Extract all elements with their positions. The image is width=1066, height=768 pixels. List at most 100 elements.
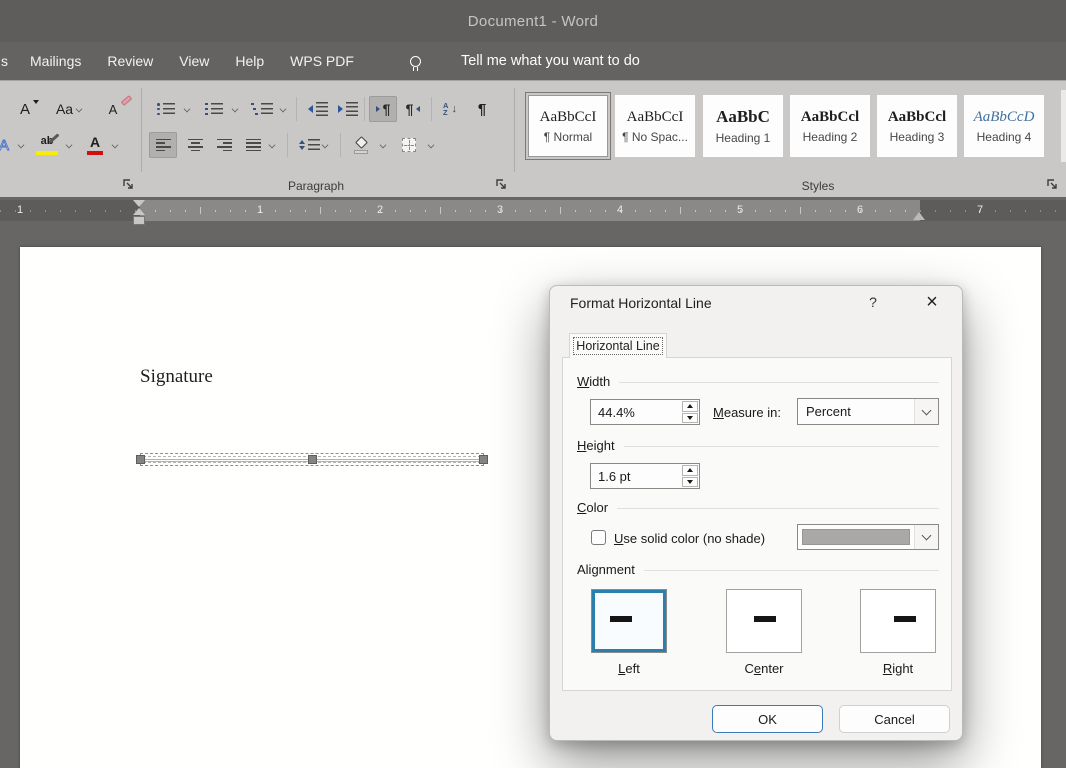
width-input[interactable]: [591, 400, 681, 424]
borders-dropdown[interactable]: [426, 132, 436, 158]
borders-grid-icon: [402, 138, 416, 152]
justify-button[interactable]: [240, 132, 267, 158]
style-label: Heading 3: [890, 130, 945, 144]
horizontal-ruler: 1 1 2 3 4 5 6 7: [0, 200, 1066, 221]
text-effects-dropdown[interactable]: [16, 132, 26, 158]
title-bar: Document1 - Word: [0, 0, 1066, 42]
use-solid-color-label: Use solid color (no shade): [614, 531, 765, 546]
style-card-no-spacing[interactable]: AaBbCcI ¶ No Spac...: [615, 95, 695, 157]
font-color-button[interactable]: A: [82, 132, 108, 158]
multilevel-list-button[interactable]: [246, 96, 278, 122]
ok-button[interactable]: OK: [712, 705, 823, 733]
multilevel-list-dropdown[interactable]: [278, 96, 288, 122]
selection-handle-right[interactable]: [479, 455, 488, 464]
selection-handle-middle[interactable]: [308, 455, 317, 464]
align-left-button[interactable]: [149, 132, 177, 158]
show-paragraph-marks-button[interactable]: ¶: [470, 96, 494, 122]
bullets-dropdown[interactable]: [182, 96, 192, 122]
triangle-up-icon: [687, 468, 693, 472]
width-spin-down-button[interactable]: [682, 413, 698, 424]
cancel-button[interactable]: Cancel: [839, 705, 950, 733]
shrink-font-button[interactable]: A: [8, 96, 42, 122]
numbering-dropdown[interactable]: [230, 96, 240, 122]
color-dropdown[interactable]: [797, 524, 939, 550]
shading-button[interactable]: [348, 132, 374, 158]
triangle-down-icon: [687, 416, 693, 420]
selected-horizontal-line[interactable]: [140, 453, 484, 466]
style-card-heading-1[interactable]: AaBbC Heading 1: [703, 95, 783, 157]
hanging-indent-marker[interactable]: [133, 208, 145, 215]
align-center-button[interactable]: [182, 132, 209, 158]
change-case-icon: Aa: [56, 101, 73, 117]
height-input[interactable]: [591, 464, 681, 488]
alignment-center-label: Center: [726, 661, 802, 676]
numbering-button[interactable]: [198, 96, 230, 122]
text-effects-button[interactable]: A: [0, 132, 16, 158]
align-right-button[interactable]: [211, 132, 238, 158]
height-label: Height: [577, 438, 615, 453]
right-indent-marker[interactable]: [913, 212, 925, 220]
bullets-button[interactable]: [150, 96, 182, 122]
style-card-normal[interactable]: AaBbCcI ¶ Normal: [528, 95, 608, 157]
styles-gallery-scroll[interactable]: [1061, 90, 1066, 162]
ribbon-tab-review[interactable]: Review: [107, 53, 153, 69]
tell-me-box[interactable]: Tell me what you want to do: [461, 53, 640, 69]
ribbon-tab-mailings[interactable]: Mailings: [30, 53, 81, 69]
line-spacing-dropdown[interactable]: [320, 132, 330, 158]
style-label: ¶ No Spac...: [622, 130, 688, 144]
measure-in-label: Measure in:: [713, 405, 781, 420]
style-card-heading-2[interactable]: AaBbCcl Heading 2: [790, 95, 870, 157]
alignment-option-left[interactable]: [591, 589, 667, 653]
alignment-option-right[interactable]: [860, 589, 936, 653]
selection-handle-left[interactable]: [136, 455, 145, 464]
paragraph-dialog-launcher[interactable]: [495, 178, 508, 191]
width-spin-up-button[interactable]: [682, 401, 698, 412]
line-dash-icon: [610, 616, 632, 622]
borders-button[interactable]: [396, 132, 422, 158]
increase-indent-button[interactable]: [333, 96, 363, 122]
measure-in-dropdown[interactable]: Percent: [797, 398, 939, 425]
width-label: Width: [577, 374, 610, 389]
ribbon-tab-view[interactable]: View: [179, 53, 209, 69]
group-rule: [644, 570, 939, 571]
first-line-indent-marker[interactable]: [133, 200, 145, 207]
style-card-heading-3[interactable]: AaBbCcl Heading 3: [877, 95, 957, 157]
ribbon-tab-partial[interactable]: s: [1, 53, 9, 69]
font-color-dropdown[interactable]: [110, 132, 120, 158]
shading-dropdown[interactable]: [378, 132, 388, 158]
use-solid-color-checkbox[interactable]: [591, 530, 606, 545]
help-button[interactable]: ?: [863, 294, 883, 310]
left-to-right-button[interactable]: ¶: [369, 96, 397, 122]
font-dialog-launcher[interactable]: [122, 178, 135, 191]
dropdown-button[interactable]: [914, 525, 938, 549]
dropdown-button[interactable]: [914, 399, 938, 424]
height-spin-up-button[interactable]: [682, 465, 698, 476]
decrease-indent-button[interactable]: [303, 96, 333, 122]
width-group-header: Width: [577, 374, 939, 389]
ribbon-tab-help[interactable]: Help: [235, 53, 264, 69]
arrow-right-icon: [376, 106, 380, 112]
styles-dialog-launcher[interactable]: [1046, 178, 1059, 191]
align-right-icon: [217, 139, 232, 152]
text-highlight-button[interactable]: ab: [32, 132, 62, 158]
chevron-down-icon: [232, 106, 238, 112]
down-arrow-icon: ↓: [451, 103, 457, 115]
close-icon[interactable]: ×: [917, 288, 947, 316]
tab-horizontal-line[interactable]: Horizontal Line: [569, 333, 667, 358]
right-to-left-button[interactable]: ¶: [399, 96, 427, 122]
sort-button[interactable]: A Z ↓: [436, 96, 464, 122]
style-card-heading-4[interactable]: AaBbCcD Heading 4: [964, 95, 1044, 157]
height-spin-down-button[interactable]: [682, 477, 698, 488]
justify-dropdown[interactable]: [267, 132, 277, 158]
text-highlight-dropdown[interactable]: [64, 132, 74, 158]
style-preview: AaBbCcl: [801, 109, 859, 126]
ribbon-tab-bar: s Mailings Review View Help WPS PDF Tell…: [0, 42, 1066, 80]
left-indent-marker[interactable]: [133, 216, 145, 225]
ribbon-tab-wps-pdf[interactable]: WPS PDF: [290, 53, 354, 69]
clear-formatting-button[interactable]: A: [100, 96, 132, 122]
highlight-color-bar: [36, 151, 58, 155]
chevron-down-icon: [112, 142, 118, 148]
change-case-button[interactable]: Aa: [48, 96, 90, 122]
alignment-option-center[interactable]: [726, 589, 802, 653]
alignment-label: Alignment: [577, 562, 635, 577]
